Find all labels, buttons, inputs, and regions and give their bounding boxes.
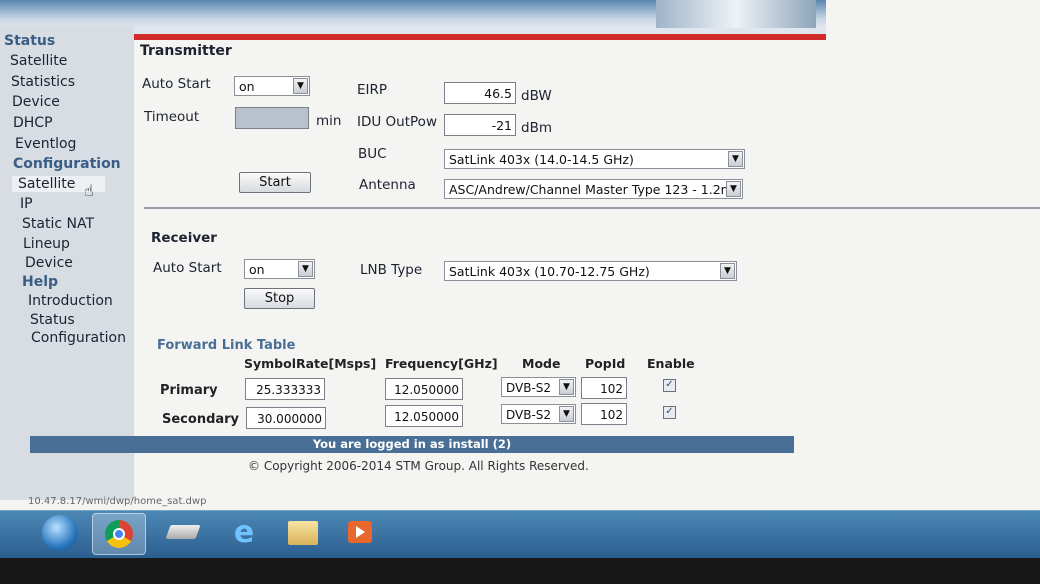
- status-url: 10.47.8.17/wmi/dwp/home_sat.dwp: [28, 496, 207, 507]
- buc-value: SatLink 403x (14.0-14.5 GHz): [449, 152, 634, 167]
- sidebar: Status Satellite Statistics Device DHCP …: [0, 26, 134, 500]
- buc-select[interactable]: SatLink 403x (14.0-14.5 GHz) ▼: [444, 149, 745, 169]
- sidebar-head-status: Status: [4, 33, 56, 49]
- tx-timeout-label: Timeout: [144, 109, 200, 125]
- sidebar-item-dhcp[interactable]: DHCP: [13, 115, 53, 131]
- sidebar-item-satellite-status[interactable]: Satellite: [10, 53, 67, 69]
- sidebar-item-statistics[interactable]: Statistics: [11, 74, 75, 90]
- ie-icon: e: [233, 515, 255, 550]
- banner-graphic: [656, 0, 816, 28]
- primary-popid-input[interactable]: 102: [581, 377, 627, 399]
- secondary-frequency-input[interactable]: 12.050000: [385, 405, 463, 427]
- chevron-down-icon: ▼: [559, 379, 574, 395]
- section-divider: [144, 207, 1040, 209]
- tx-auto-start-select[interactable]: on ▼: [234, 76, 310, 96]
- forward-link-title: Forward Link Table: [157, 338, 296, 353]
- taskbar-chrome[interactable]: [92, 513, 146, 555]
- primary-symbol-rate-input[interactable]: 25.333333: [245, 378, 325, 400]
- antenna-value: ASC/Andrew/Channel Master Type 123 - 1.2…: [449, 182, 733, 197]
- primary-mode-value: DVB-S2: [506, 381, 552, 395]
- taskbar-ie[interactable]: e: [218, 513, 270, 553]
- sidebar-item-lineup[interactable]: Lineup: [23, 236, 70, 252]
- sidebar-item-help-status[interactable]: Status: [30, 312, 75, 328]
- col-mode: Mode: [522, 356, 561, 371]
- copyright-text: © Copyright 2006-2014 STM Group. All Rig…: [248, 459, 589, 473]
- taskbar-explorer[interactable]: [278, 513, 330, 553]
- start-button-taskbar[interactable]: [36, 513, 88, 553]
- idu-outpow-input[interactable]: -21: [444, 114, 516, 136]
- chevron-down-icon: ▼: [293, 78, 308, 94]
- chevron-down-icon: ▼: [559, 406, 574, 422]
- sidebar-head-configuration: Configuration: [13, 156, 121, 172]
- primary-enable-checkbox[interactable]: ✓: [663, 379, 676, 392]
- sidebar-item-device-config[interactable]: Device: [25, 255, 73, 271]
- monitor-bezel: [0, 558, 1040, 584]
- receiver-title: Receiver: [151, 230, 217, 246]
- start-orb-icon: [42, 515, 78, 551]
- chrome-icon: [105, 520, 133, 548]
- sidebar-item-introduction[interactable]: Introduction: [28, 293, 113, 309]
- stop-button[interactable]: Stop: [244, 288, 315, 309]
- chevron-down-icon: ▼: [298, 261, 313, 277]
- secondary-mode-select[interactable]: DVB-S2 ▼: [501, 404, 576, 424]
- taskbar: e: [0, 510, 1040, 559]
- col-enable: Enable: [647, 356, 695, 371]
- eirp-input[interactable]: 46.5: [444, 82, 516, 104]
- transmitter-title: Transmitter: [140, 43, 232, 59]
- secondary-mode-value: DVB-S2: [506, 408, 552, 422]
- row-label-primary: Primary: [160, 383, 218, 398]
- antenna-label: Antenna: [359, 177, 416, 193]
- tx-timeout-unit: min: [316, 113, 342, 129]
- sidebar-head-help: Help: [22, 274, 59, 290]
- buc-label: BUC: [358, 146, 387, 162]
- tx-timeout-input[interactable]: [235, 107, 309, 129]
- rx-auto-start-label: Auto Start: [153, 260, 222, 276]
- chevron-down-icon: ▼: [726, 181, 741, 197]
- login-status-bar: You are logged in as install (2): [30, 436, 794, 453]
- media-player-icon: [348, 521, 372, 543]
- hand-cursor-icon: ☝: [84, 181, 94, 200]
- rx-auto-start-value: on: [249, 262, 265, 277]
- sidebar-item-eventlog[interactable]: Eventlog: [15, 136, 76, 152]
- start-button[interactable]: Start: [239, 172, 311, 193]
- taskbar-drive[interactable]: [156, 513, 208, 553]
- eirp-label: EIRP: [357, 82, 388, 98]
- secondary-popid-input[interactable]: 102: [581, 403, 627, 425]
- lnb-type-value: SatLink 403x (10.70-12.75 GHz): [449, 264, 650, 279]
- chevron-down-icon: ▼: [720, 263, 735, 279]
- sidebar-item-device-status[interactable]: Device: [12, 94, 60, 110]
- idu-outpow-unit: dBm: [521, 120, 552, 136]
- browser-window: Status Satellite Statistics Device DHCP …: [0, 0, 1040, 584]
- folder-drive-icon: [165, 525, 201, 539]
- secondary-enable-checkbox[interactable]: ✓: [663, 406, 676, 419]
- col-popid: PopId: [585, 356, 626, 371]
- chevron-down-icon: ▼: [728, 151, 743, 167]
- file-explorer-icon: [288, 521, 318, 545]
- tx-auto-start-value: on: [239, 79, 255, 94]
- sidebar-item-static-nat[interactable]: Static NAT: [22, 216, 94, 232]
- antenna-select[interactable]: ASC/Andrew/Channel Master Type 123 - 1.2…: [444, 179, 743, 199]
- secondary-symbol-rate-input[interactable]: 30.000000: [246, 407, 326, 429]
- primary-mode-select[interactable]: DVB-S2 ▼: [501, 377, 576, 397]
- lnb-type-label: LNB Type: [360, 262, 423, 278]
- sidebar-item-help-configuration[interactable]: Configuration: [31, 330, 126, 346]
- idu-outpow-label: IDU OutPow: [357, 114, 437, 130]
- taskbar-media[interactable]: [334, 513, 386, 553]
- row-label-secondary: Secondary: [162, 412, 240, 427]
- tx-auto-start-label: Auto Start: [142, 76, 211, 92]
- eirp-unit: dBW: [521, 88, 552, 104]
- col-symbol-rate: SymbolRate[Msps]: [244, 356, 377, 371]
- sidebar-item-ip[interactable]: IP: [20, 196, 33, 212]
- col-frequency: Frequency[GHz]: [385, 356, 498, 371]
- primary-frequency-input[interactable]: 12.050000: [385, 378, 463, 400]
- lnb-type-select[interactable]: SatLink 403x (10.70-12.75 GHz) ▼: [444, 261, 737, 281]
- rx-auto-start-select[interactable]: on ▼: [244, 259, 315, 279]
